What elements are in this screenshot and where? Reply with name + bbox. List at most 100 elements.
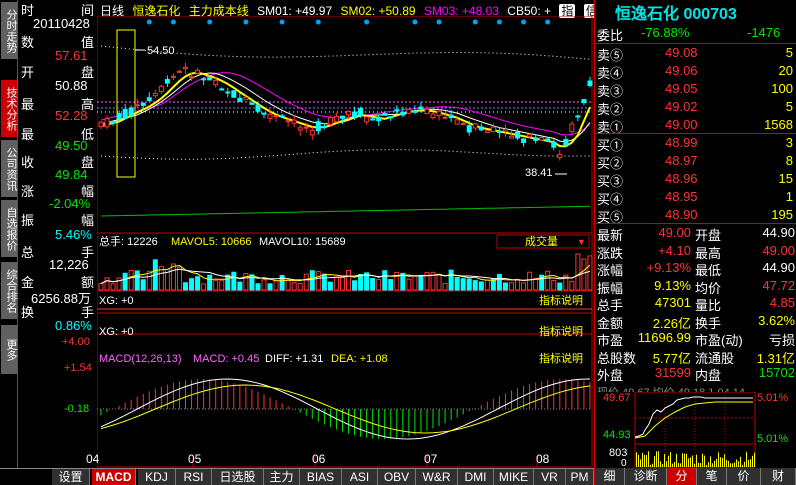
signal-dot [243,19,249,25]
stat-value: 9.13% [654,277,691,293]
candle-body [201,78,207,81]
tab-bias[interactable]: BIAS [300,469,342,485]
change-value: 49.84 [55,167,88,182]
intraday-mini-chart[interactable]: 49.67 44.93 5.01% 5.01% 803 0 [595,392,796,468]
tab-technical[interactable]: 技术分析 [1,80,17,138]
sell-row[interactable]: 卖⑤ 49.08 5 [595,45,796,63]
tab-pm[interactable]: PM [566,469,594,485]
stat-label: 最高 [695,245,722,261]
kline-chart[interactable]: 54.50 38.41 总手: 12226 MAVOL5: 10666 MAVO… [97,16,593,468]
sell-row[interactable]: 卖③ 49.05 100 [595,81,796,99]
buy-row[interactable]: 买④ 48.95 1 [595,189,796,207]
tab-watchlist[interactable]: 自选报价 [1,200,17,258]
xg1-help[interactable]: 指标说明 [539,293,583,307]
candle-body [557,154,563,159]
candle-body [279,115,285,118]
candle-body [261,112,267,115]
candle-body [581,99,587,104]
volume-label: 总 [21,245,35,260]
volume-bar [201,283,207,291]
vol-mavol5: MAVOL5: 10666 [171,236,252,248]
tab-intraday[interactable]: 分时走势 [1,2,17,60]
buy-row[interactable]: 买② 48.97 8 [595,153,796,171]
tab-ticks[interactable]: 笔 [697,468,727,485]
tab-more[interactable]: 更多 [1,325,17,375]
candle-body [249,102,255,105]
mini-volume-bar [720,457,721,467]
mini-volume-bar [688,458,689,467]
mini-volume-bar [686,453,687,467]
stat-value: 47301 [654,295,691,310]
candle-body [333,116,339,123]
volume-bar [327,281,333,291]
volume-bar [267,283,273,291]
tab-company-info[interactable]: 公司资讯 [1,140,17,198]
mini-volume-bar [746,451,747,467]
tab-mike[interactable]: MIKE [494,469,534,485]
tab-main-force[interactable]: 主力 [264,469,300,485]
tab-macd[interactable]: MACD [92,469,136,485]
volume-bar [225,274,231,291]
stat-value: 47.72 [762,277,795,293]
buy-row[interactable]: 买⑤ 48.90 195 [595,207,796,225]
sell-price: 49.05 [665,81,698,96]
tab-price[interactable]: 价 [727,468,761,485]
mini-volume-bar [710,456,711,467]
volume-bar [412,275,418,291]
tab-diagnosis[interactable]: 诊断 [625,468,667,485]
sell-row[interactable]: 卖④ 49.06 20 [595,63,796,81]
vol-total: 总手: 12226 [99,234,158,248]
xg2-help[interactable]: 指标说明 [539,324,583,338]
mini-volume-bar [638,454,639,467]
tab-finance[interactable]: 财 [761,468,796,485]
stat-value: 亏损 [768,333,795,348]
stat-label: 振幅 [597,280,624,296]
macd-ytop: +4.00 [62,336,90,348]
order-ratio-row: 委比 -76.88% -1476 [595,25,796,43]
candle-body [170,75,176,78]
tab-settings[interactable]: 设置 [52,469,90,485]
volume-bar [521,282,527,291]
candle-body [496,130,502,134]
amplitude-label: 振 [21,213,35,228]
tab-minute[interactable]: 分 [667,468,697,485]
volume-bar [376,279,382,291]
vol-dropdown-label: 成交量 [525,234,558,248]
tab-stock-pick[interactable]: 日选股 [212,469,264,485]
volume-bar [358,274,364,291]
tab-dmi[interactable]: DMI [458,469,494,485]
candle-body [521,138,527,143]
tab-asi[interactable]: ASI [342,469,378,485]
tab-vr[interactable]: VR [534,469,566,485]
tab-kdj[interactable]: KDJ [138,469,176,485]
mini-volume-bar [714,460,715,467]
candle-body [140,102,146,106]
candle-body [164,78,170,84]
tab-wr[interactable]: W&R [416,469,458,485]
volume-bar [110,283,116,291]
volume-bar [569,280,575,291]
candle-body [424,108,430,115]
tab-obv[interactable]: OBV [378,469,416,485]
volume-bar [484,279,490,291]
mini-volume-bar [726,460,727,467]
stat-value: 31599 [654,365,691,380]
candle-body [406,108,412,114]
candle-body [321,126,327,129]
tab-detail[interactable]: 细 [595,468,625,485]
buy-row[interactable]: 买③ 48.96 15 [595,171,796,189]
tab-rsi[interactable]: RSI [176,469,212,485]
macd-help[interactable]: 指标说明 [539,351,583,365]
sell-row[interactable]: 卖① 49.00 1568 [595,117,796,135]
volume-bar [346,269,351,291]
volume-bar [508,282,514,291]
volume-bar [418,275,424,291]
buy-row[interactable]: 买① 48.99 3 [595,135,796,153]
tab-ranking[interactable]: 综合排名 [1,262,17,320]
sell-volume: 5 [785,45,793,60]
volume-bar [527,271,533,291]
sell-row[interactable]: 卖② 49.02 5 [595,99,796,117]
candle-body [110,121,116,124]
volume-bar [454,276,460,291]
candle-body [412,110,418,113]
